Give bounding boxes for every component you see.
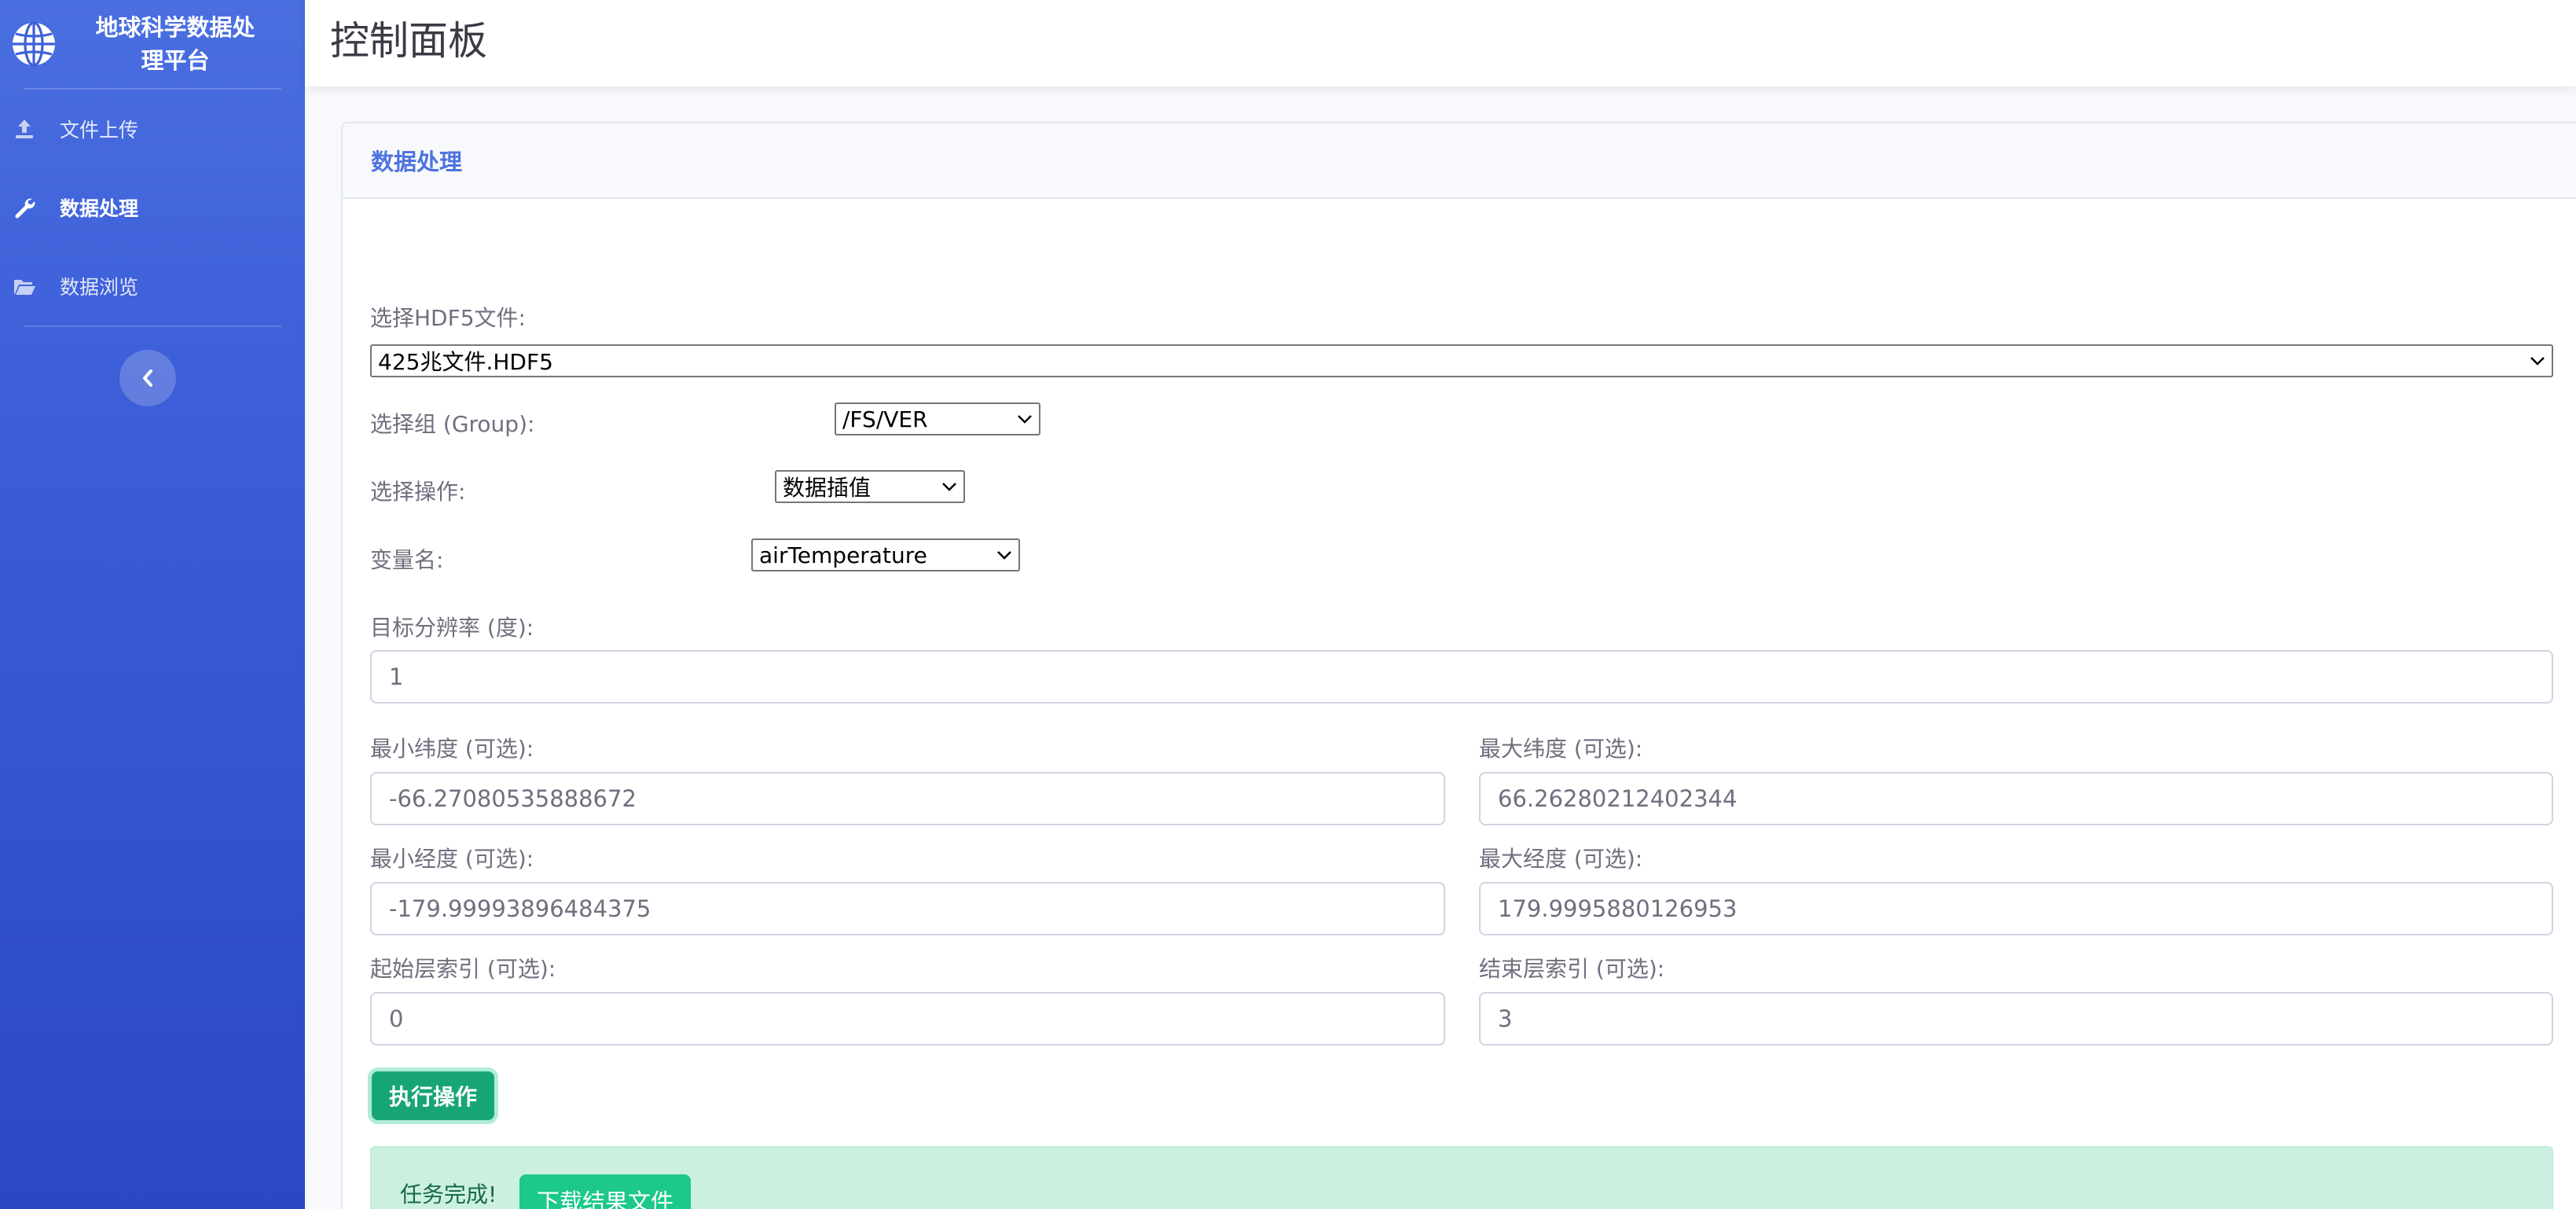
card-title: 数据处理 bbox=[343, 123, 2576, 199]
sidebar-item-upload[interactable]: 文件上传 bbox=[0, 90, 305, 168]
brand-title: 地球科学数据处 理平台 bbox=[57, 11, 305, 77]
chevron-left-icon bbox=[143, 369, 152, 387]
operation-select-value: 数据插值 bbox=[783, 475, 872, 501]
min-lat-label: 最小纬度 (可选): bbox=[370, 736, 534, 762]
variable-select[interactable]: airTemperature bbox=[751, 538, 1020, 571]
min-lon-input[interactable]: -179.99993896484375 bbox=[370, 882, 1445, 935]
page-title: 控制面板 bbox=[330, 18, 487, 64]
end-layer-input[interactable]: 3 bbox=[1479, 992, 2553, 1045]
resolution-input[interactable]: 1 bbox=[370, 650, 2553, 704]
globe-icon bbox=[13, 21, 55, 67]
brand[interactable]: 地球科学数据处 理平台 bbox=[0, 0, 305, 88]
chevron-down-icon bbox=[1018, 415, 1032, 424]
sidebar-item-label: 文件上传 bbox=[60, 119, 139, 141]
variable-select-label: 变量名: bbox=[370, 547, 444, 573]
hdf5-file-select[interactable]: 425兆文件.HDF5 bbox=[370, 344, 2553, 377]
sidebar: 地球科学数据处 理平台 文件上传 数据处理 数据浏览 bbox=[0, 0, 305, 1209]
main-content: 控制面板 数据处理 选择HDF5文件: 425兆文件.HDF5 选择组 (Gro… bbox=[305, 0, 2576, 1209]
sidebar-item-data-processing[interactable]: 数据处理 bbox=[0, 168, 305, 247]
sidebar-toggle-button[interactable] bbox=[119, 350, 176, 406]
task-complete-text: 任务完成! bbox=[400, 1181, 497, 1207]
brand-title-line2: 理平台 bbox=[141, 47, 210, 74]
execute-button[interactable]: 执行操作 bbox=[372, 1071, 494, 1120]
download-result-button[interactable]: 下载结果文件 bbox=[519, 1174, 691, 1209]
folder-open-icon bbox=[14, 280, 35, 295]
start-layer-label: 起始层索引 (可选): bbox=[370, 956, 556, 982]
operation-select-label: 选择操作: bbox=[370, 479, 466, 505]
hdf5-file-select-value: 425兆文件.HDF5 bbox=[378, 349, 553, 375]
group-select-value: /FS/VER bbox=[842, 406, 928, 432]
sidebar-divider bbox=[24, 325, 281, 327]
variable-select-value: airTemperature bbox=[759, 542, 927, 568]
resolution-label: 目标分辨率 (度): bbox=[370, 615, 534, 641]
sidebar-item-data-browse[interactable]: 数据浏览 bbox=[0, 247, 305, 325]
min-lat-input[interactable]: -66.27080535888672 bbox=[370, 772, 1445, 825]
max-lat-input[interactable]: 66.26280212402344 bbox=[1479, 772, 2553, 825]
group-select-label: 选择组 (Group): bbox=[370, 411, 535, 437]
chevron-down-icon bbox=[997, 551, 1011, 560]
sidebar-item-label: 数据处理 bbox=[60, 197, 139, 220]
sidebar-item-label: 数据浏览 bbox=[60, 276, 139, 299]
file-select-label: 选择HDF5文件: bbox=[370, 305, 526, 331]
start-layer-input[interactable]: 0 bbox=[370, 992, 1445, 1045]
chevron-down-icon bbox=[942, 483, 956, 491]
max-lon-label: 最大经度 (可选): bbox=[1479, 846, 1643, 872]
success-alert: 任务完成! 下载结果文件 bbox=[370, 1146, 2553, 1209]
end-layer-label: 结束层索引 (可选): bbox=[1479, 956, 1665, 982]
chevron-down-icon bbox=[2530, 357, 2545, 366]
max-lat-label: 最大纬度 (可选): bbox=[1479, 736, 1643, 762]
upload-icon bbox=[16, 119, 33, 138]
min-lon-label: 最小经度 (可选): bbox=[370, 846, 534, 872]
group-select[interactable]: /FS/VER bbox=[835, 402, 1040, 435]
brand-title-line1: 地球科学数据处 bbox=[95, 14, 255, 41]
wrench-icon bbox=[15, 198, 35, 219]
data-processing-card: 数据处理 选择HDF5文件: 425兆文件.HDF5 选择组 (Group): … bbox=[341, 122, 2576, 1209]
operation-select[interactable]: 数据插值 bbox=[775, 470, 965, 503]
max-lon-input[interactable]: 179.9995880126953 bbox=[1479, 882, 2553, 935]
topbar: 控制面板 bbox=[305, 0, 2576, 86]
